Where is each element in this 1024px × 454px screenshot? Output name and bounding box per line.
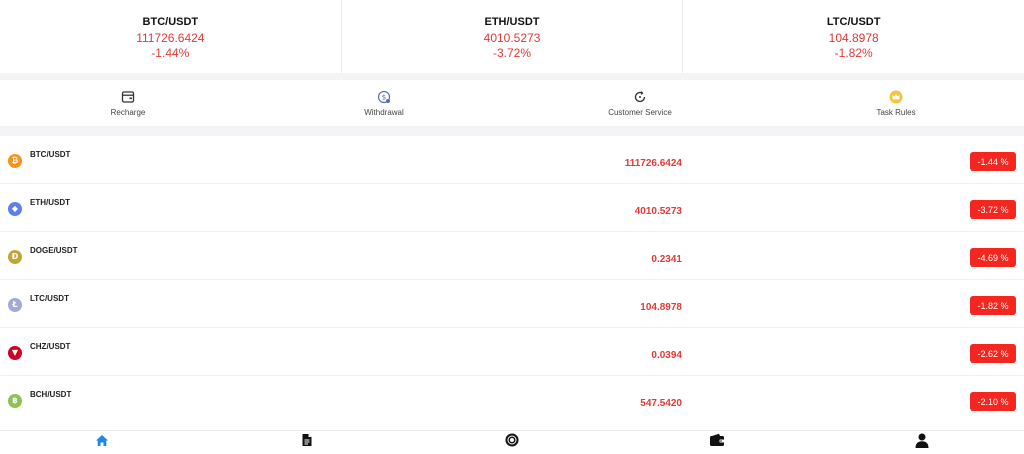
market-pair: CHZ/USDT [30, 342, 71, 351]
trade-circle-icon [505, 433, 519, 452]
chiliz-icon: ▼ [8, 346, 22, 360]
withdraw-coin-icon: $ [376, 89, 392, 105]
nav-home[interactable] [0, 431, 205, 454]
ticker-price: 4010.5273 [483, 30, 541, 45]
ticker-ltc[interactable]: LTC/USDT 104.8978 -1.82% [682, 0, 1024, 73]
market-price: 0.2341 [651, 254, 682, 265]
bitcoin-icon: ₿ [8, 154, 22, 168]
ticker-price: 111726.6424 [136, 30, 205, 45]
wallet-card-icon [120, 89, 136, 105]
market-row[interactable]: ◆ ETH/USDT 4010.5273 -3.72 % [0, 184, 1024, 232]
change-badge: -1.44 % [970, 152, 1016, 171]
market-row[interactable]: ฿ BCH/USDT 547.5420 -2.10 % [0, 376, 1024, 424]
market-row[interactable]: Ð DOGE/USDT 0.2341 -4.69 % [0, 232, 1024, 280]
market-row[interactable]: Ł LTC/USDT 104.8978 -1.82 % [0, 280, 1024, 328]
market-pair: ETH/USDT [30, 198, 70, 207]
nav-wallet[interactable] [614, 431, 819, 454]
market-price: 0.0394 [651, 350, 682, 361]
market-pair: DOGE/USDT [30, 246, 78, 255]
market-row[interactable]: ▼ CHZ/USDT 0.0394 -2.62 % [0, 328, 1024, 376]
crown-icon [888, 89, 904, 105]
quick-menu: Recharge $ Withdrawal Customer Service T… [0, 80, 1024, 126]
market-price: 547.5420 [640, 398, 682, 409]
ticker-eth[interactable]: ETH/USDT 4010.5273 -3.72% [340, 0, 683, 73]
svg-text:$: $ [382, 93, 386, 101]
ticker-btc[interactable]: BTC/USDT 111726.6424 -1.44% [0, 0, 341, 73]
section-divider [0, 126, 1024, 136]
document-icon [301, 433, 313, 452]
litecoin-icon: Ł [8, 298, 22, 312]
market-price: 4010.5273 [634, 206, 682, 217]
ticker-price: 104.8978 [828, 30, 879, 45]
menu-task-rules[interactable]: Task Rules [768, 80, 1024, 126]
ticker-change: -1.82% [834, 45, 873, 60]
menu-label: Task Rules [876, 107, 916, 117]
market-pair: BTC/USDT [30, 150, 71, 159]
market-row[interactable]: ₿ BTC/USDT 111726.6424 -1.44 % [0, 136, 1024, 184]
menu-withdrawal[interactable]: $ Withdrawal [256, 80, 512, 126]
change-badge: -1.82 % [970, 296, 1016, 315]
ticker-change: -1.44% [151, 45, 190, 60]
menu-label: Withdrawal [364, 107, 404, 117]
nav-orders[interactable] [205, 431, 410, 454]
change-badge: -2.10 % [970, 392, 1016, 411]
ticker-bar: BTC/USDT 111726.6424 -1.44% ETH/USDT 401… [0, 0, 1024, 73]
menu-customer-service[interactable]: Customer Service [512, 80, 768, 126]
refresh-support-icon [632, 89, 648, 105]
menu-label: Customer Service [608, 107, 672, 117]
dogecoin-icon: Ð [8, 250, 22, 264]
bottom-nav [0, 430, 1024, 454]
menu-label: Recharge [110, 107, 146, 117]
ticker-pair: LTC/USDT [826, 15, 881, 28]
wallet-icon [709, 433, 725, 452]
market-pair: LTC/USDT [30, 294, 69, 303]
change-badge: -4.69 % [970, 248, 1016, 267]
nav-trade[interactable] [410, 431, 615, 454]
user-icon [915, 433, 929, 453]
market-price: 104.8978 [640, 302, 682, 313]
home-icon [95, 434, 109, 452]
change-badge: -3.72 % [970, 200, 1016, 219]
ticker-change: -3.72% [492, 45, 532, 60]
ticker-pair: BTC/USDT [142, 15, 199, 28]
change-badge: -2.62 % [970, 344, 1016, 363]
menu-recharge[interactable]: Recharge [0, 80, 256, 126]
market-price: 111726.6424 [624, 158, 682, 169]
ethereum-icon: ◆ [8, 202, 22, 216]
market-pair: BCH/USDT [30, 390, 72, 399]
nav-profile[interactable] [819, 431, 1024, 454]
market-list: ₿ BTC/USDT 111726.6424 -1.44 % ◆ ETH/USD… [0, 136, 1024, 424]
ticker-pair: ETH/USDT [484, 15, 540, 28]
section-divider [0, 73, 1024, 80]
bitcoin-cash-icon: ฿ [8, 394, 22, 408]
